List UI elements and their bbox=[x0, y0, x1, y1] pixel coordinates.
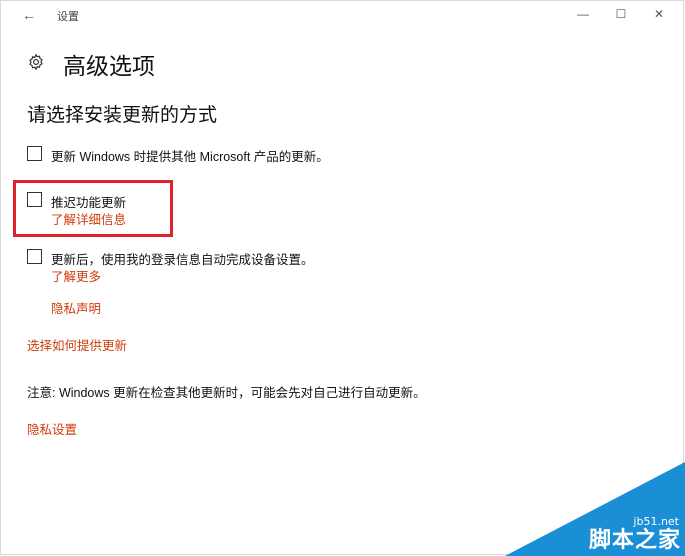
update-note: 注意: Windows 更新在检查其他更新时，可能会先对自己进行自动更新。 bbox=[27, 386, 426, 400]
checkbox-auto-device-setup[interactable] bbox=[27, 249, 42, 264]
learn-more-link[interactable]: 了解更多 bbox=[51, 266, 101, 285]
choose-delivery-link[interactable]: 选择如何提供更新 bbox=[27, 335, 127, 354]
section-title: 请选择安装更新的方式 bbox=[27, 105, 218, 126]
title-bar: ← 设置 — ☐ ✕ bbox=[1, 1, 683, 29]
privacy-statement-link[interactable]: 隐私声明 bbox=[51, 298, 101, 317]
back-arrow-icon[interactable]: ← bbox=[19, 6, 39, 24]
gear-icon bbox=[29, 53, 43, 71]
checkbox-other-products-label: 更新 Windows 时提供其他 Microsoft 产品的更新。 bbox=[51, 150, 329, 164]
minimize-button[interactable]: — bbox=[569, 4, 597, 24]
watermark: jb51.net 脚本之家 bbox=[505, 462, 685, 556]
page-title: 高级选项 bbox=[63, 53, 155, 79]
privacy-settings-link[interactable]: 隐私设置 bbox=[27, 419, 77, 438]
maximize-button[interactable]: ☐ bbox=[607, 4, 635, 24]
window-title: 设置 bbox=[57, 11, 79, 23]
watermark-name: 脚本之家 bbox=[588, 528, 681, 553]
highlight-box bbox=[13, 180, 173, 237]
close-button[interactable]: ✕ bbox=[645, 4, 673, 24]
checkbox-other-products[interactable] bbox=[27, 146, 42, 161]
